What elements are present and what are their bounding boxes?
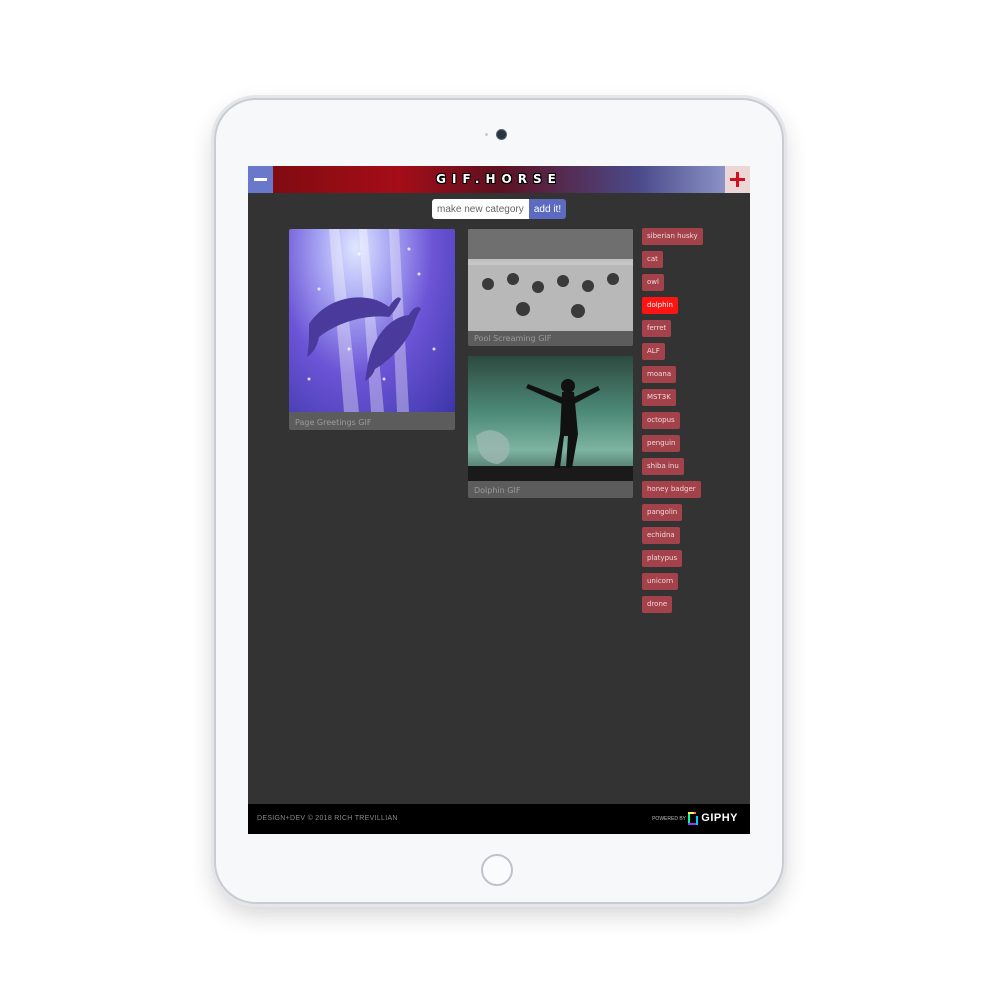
expand-button[interactable] [725,166,750,193]
category-tag-platypus[interactable]: platypus [642,550,683,567]
gif-caption: Pool Screaming GIF [474,334,552,343]
gif-caption: Page Greetings GIF [295,418,372,427]
category-tag-moana[interactable]: moana [642,366,677,383]
plus-icon [730,172,745,187]
category-tag-dolphin[interactable]: dolphin [642,297,678,314]
footer-credit: DESIGN+DEV © 2018 RICH TREVILLIAN [257,815,398,822]
category-tag-unicorn[interactable]: unicorn [642,573,679,590]
aquarium-illustration [468,379,633,481]
category-tag-shiba-inu[interactable]: shiba inu [642,458,684,475]
category-tag-ferret[interactable]: ferret [642,320,672,337]
light-sensor [485,133,488,136]
gif-image [468,356,633,481]
giphy-wordmark[interactable]: GIPHY [701,812,738,824]
category-tag-drone[interactable]: drone [642,596,673,613]
powered-by-label: POWERED BY [652,816,686,822]
gif-caption: Dolphin GIF [474,486,521,495]
category-tag-mst3k[interactable]: MST3K [642,389,676,406]
category-list: siberian husky cat owl dolphin ferret AL… [642,228,742,619]
category-tag-octopus[interactable]: octopus [642,412,680,429]
gif-image [289,229,455,412]
category-tag-echidna[interactable]: echidna [642,527,680,544]
gif-image [468,229,633,331]
add-category-button[interactable]: add it! [529,199,566,219]
category-tag-siberian-husky[interactable]: siberian husky [642,228,703,245]
category-tag-penguin[interactable]: penguin [642,435,681,452]
new-category-input[interactable] [432,199,529,219]
giphy-logo-icon [688,812,698,825]
front-camera [496,129,507,140]
new-category-form: add it! [432,199,566,219]
gif-card[interactable]: Page Greetings GIF [289,229,455,430]
category-tag-honey-badger[interactable]: honey badger [642,481,701,498]
app-footer: DESIGN+DEV © 2018 RICH TREVILLIAN POWERE… [248,804,750,834]
category-tag-owl[interactable]: owl [642,274,664,291]
app-screen: GIF.HORSE add it! [248,166,750,834]
app-logo: GIF.HORSE [436,172,562,186]
category-tag-alf[interactable]: ALF [642,343,665,360]
dolphins-illustration [307,229,436,412]
gif-card[interactable]: Pool Screaming GIF [468,229,633,346]
category-tag-pangolin[interactable]: pangolin [642,504,683,521]
pool-scene-illustration [468,229,633,331]
home-button[interactable] [481,854,513,886]
category-tag-cat[interactable]: cat [642,251,663,268]
app-header: GIF.HORSE [248,166,750,193]
gif-card[interactable]: Dolphin GIF [468,356,633,498]
